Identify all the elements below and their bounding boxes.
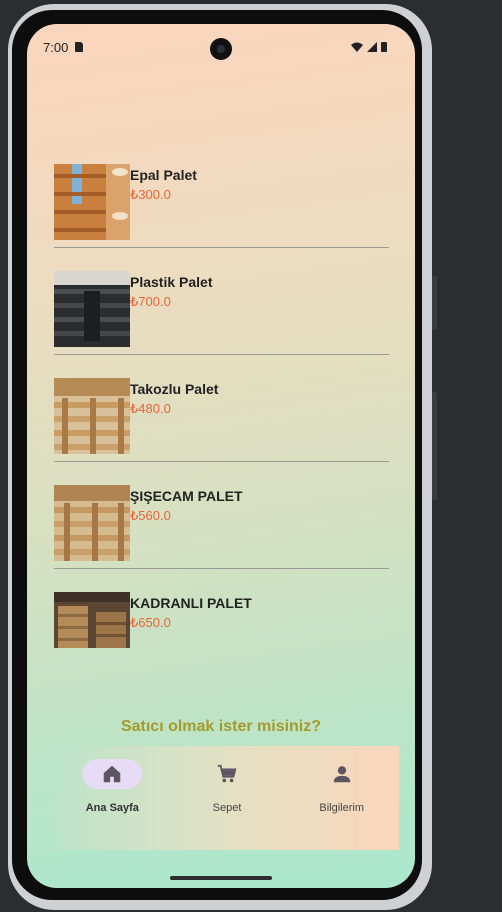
divider: [54, 247, 389, 248]
bottom-navigation: Ana Sayfa Sepet Bilgilerim: [55, 746, 399, 850]
home-indicator[interactable]: [170, 876, 272, 880]
divider: [54, 354, 389, 355]
product-name: Epal Palet: [130, 167, 197, 183]
signal-icon: [367, 42, 377, 52]
become-seller-link[interactable]: Satıcı olmak ister misiniz?: [27, 718, 415, 736]
product-name: Plastik Palet: [130, 274, 213, 290]
divider: [54, 461, 389, 462]
status-bar: 7:00: [27, 24, 415, 68]
product-name: ŞIŞECAM PALET: [130, 488, 243, 504]
product-price: ₺480.0: [130, 401, 171, 416]
volume-button: [432, 392, 437, 500]
product-item[interactable]: Plastik Palet ₺700.0: [54, 271, 389, 378]
sd-card-icon: [75, 42, 83, 52]
product-item[interactable]: Epal Palet ₺300.0: [54, 164, 389, 271]
nav-cart-label: Sepet: [212, 802, 242, 814]
product-item[interactable]: ŞIŞECAM PALET ₺560.0: [54, 485, 389, 592]
nav-profile[interactable]: Bilgilerim: [284, 746, 399, 850]
power-button: [432, 276, 437, 330]
product-image: [54, 164, 130, 240]
product-image: [54, 485, 130, 561]
cart-icon: [217, 764, 237, 783]
product-price: ₺300.0: [130, 187, 171, 202]
product-name: Takozlu Palet: [130, 381, 219, 397]
person-icon: [333, 766, 350, 783]
product-image: [54, 271, 130, 347]
wifi-icon: [351, 42, 363, 52]
home-icon: [104, 765, 121, 783]
nav-profile-label: Bilgilerim: [319, 802, 364, 814]
product-price: ₺700.0: [130, 294, 171, 309]
nav-cart[interactable]: Sepet: [170, 746, 285, 850]
nav-home-label: Ana Sayfa: [85, 802, 139, 814]
nav-home[interactable]: Ana Sayfa: [55, 746, 170, 850]
product-image: [54, 592, 130, 648]
product-price: ₺560.0: [130, 508, 171, 523]
product-price: ₺650.0: [130, 615, 171, 630]
product-item[interactable]: Takozlu Palet ₺480.0: [54, 378, 389, 485]
divider: [54, 568, 389, 569]
product-list: Epal Palet ₺300.0 Plastik Palet ₺700.0 T…: [54, 164, 389, 699]
battery-icon: [381, 42, 387, 52]
product-item[interactable]: KADRANLI PALET ₺650.0: [54, 592, 389, 699]
product-image: [54, 378, 130, 454]
product-name: KADRANLI PALET: [130, 595, 252, 611]
system-icons: [351, 40, 387, 52]
status-time: 7:00: [43, 40, 69, 55]
front-camera: [210, 38, 232, 60]
app-screen: 7:00 Epal Palet ₺300.0 Plastik Palet ₺70…: [27, 24, 415, 888]
